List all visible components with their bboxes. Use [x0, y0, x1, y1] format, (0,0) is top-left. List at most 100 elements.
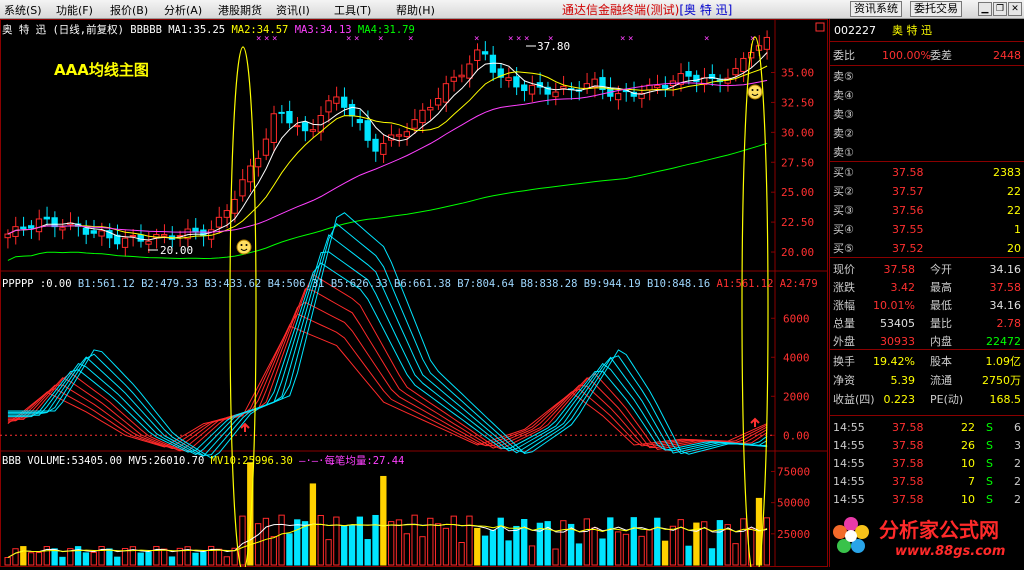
smiley-eye	[245, 244, 248, 246]
fund-row: 净资 5.39 流通 2750万	[830, 372, 1024, 389]
menu-news[interactable]: 资讯(I)	[276, 2, 310, 18]
volume-bar	[278, 514, 285, 566]
panel-toggle-icon	[815, 22, 825, 32]
sell-label: 卖④	[833, 89, 854, 102]
tick-count: 2	[1014, 493, 1021, 506]
volume-bar	[599, 538, 606, 566]
news-system-button[interactable]: 资讯系统	[850, 1, 902, 17]
volume-bar	[168, 556, 176, 566]
b-series-line	[7, 288, 768, 452]
y-tick-label: 25.00	[781, 186, 814, 199]
highlight-ellipse	[741, 36, 769, 567]
sell-label: 卖③	[833, 108, 854, 121]
candle-body	[262, 138, 270, 156]
sell-row[interactable]: 卖①	[830, 144, 1024, 161]
volume-ma-line	[7, 523, 768, 558]
menu-analysis[interactable]: 分析(A)	[164, 2, 202, 18]
chart-canvas[interactable]: 35.00 32.50 30.00 27.50 25.00 22.50 20.00 37.80…	[0, 19, 828, 567]
stat-value: 37.58	[989, 281, 1022, 294]
volume-bar	[403, 533, 410, 566]
tick-volume: 10	[961, 457, 975, 470]
volume-bar	[20, 546, 27, 566]
candle-body	[137, 234, 144, 242]
volume-bar	[419, 536, 426, 566]
menu-help[interactable]: 帮助(H)	[396, 2, 435, 18]
y-tick-label: 4000	[783, 351, 810, 364]
candle-body	[513, 76, 520, 88]
chart-area[interactable]: 35.00 32.50 30.00 27.50 25.00 22.50 20.00 37.80…	[0, 19, 828, 567]
fund-value: 5.39	[890, 374, 916, 387]
volume-bar	[489, 529, 497, 566]
buy-row[interactable]: 买① 37.58 2383	[830, 164, 1024, 181]
buy-label: 买②	[833, 185, 854, 198]
indicator-panel: 6000 4000 2000 0.00	[0, 212, 810, 459]
candle-body	[215, 216, 223, 228]
menu-hk-futures[interactable]: 港股期货	[218, 2, 262, 18]
tick-count: 6	[1014, 421, 1021, 434]
sell-row[interactable]: 卖④	[830, 87, 1024, 104]
menu-system[interactable]: 系统(S)	[4, 2, 42, 18]
signal-x-marker: ×	[704, 34, 709, 44]
y-tick-label: 6000	[783, 312, 810, 325]
b-series-line	[7, 212, 768, 459]
volume-bar	[200, 551, 207, 566]
volume-bar	[90, 551, 97, 566]
fund-label: 收益(四)	[833, 393, 875, 406]
menu-quote[interactable]: 报价(B)	[110, 2, 148, 18]
candle-body	[685, 71, 692, 77]
volume-bar	[732, 543, 739, 566]
stat-row: 外盘 30933 内盘 22472	[830, 333, 1024, 350]
stat-value: 37.58	[883, 263, 916, 276]
buy-volume: 20	[1007, 242, 1021, 255]
restore-icon[interactable]: ❐	[993, 2, 1007, 16]
volume-bar	[51, 548, 58, 566]
candle-body	[442, 83, 450, 103]
volume-bar	[450, 515, 457, 566]
y-tick-label: 50000	[777, 497, 810, 510]
volume-bar	[348, 525, 356, 566]
volume-bar	[192, 552, 199, 566]
y-tick-label: 0.00	[783, 429, 810, 442]
candle-body	[51, 217, 58, 228]
candle-body	[528, 84, 536, 95]
main-chart-label: AAA均线主图	[54, 61, 149, 79]
ma-line	[7, 52, 768, 241]
sell-row[interactable]: 卖③	[830, 106, 1024, 123]
candle-body	[560, 85, 567, 89]
sell-row[interactable]: 卖②	[830, 125, 1024, 142]
y-tick-label: 2000	[783, 390, 810, 403]
volume-bar	[442, 527, 450, 566]
menu-bar: 系统(S) 功能(F) 报价(B) 分析(A) 港股期货 资讯(I) 工具(T)…	[0, 0, 1024, 19]
menu-tools[interactable]: 工具(T)	[334, 2, 371, 18]
stock-name: 奥 特 迅	[2, 24, 47, 36]
volume-bar	[607, 517, 614, 566]
y-tick-label: 32.50	[781, 96, 814, 109]
buy-row[interactable]: 买④ 37.55 1	[830, 221, 1024, 238]
b-series-line	[7, 234, 768, 457]
menu-function[interactable]: 功能(F)	[56, 2, 93, 18]
order-trade-button[interactable]: 委托交易	[910, 1, 962, 17]
b6-value: B6:661.38	[394, 278, 451, 290]
volume-panel: 75000 50000 25000	[4, 462, 810, 566]
volume-bar	[591, 527, 598, 566]
weicha-label: 委差	[930, 49, 952, 62]
tick-side: S	[986, 475, 993, 488]
minimize-icon[interactable]: ▁	[978, 2, 992, 16]
close-icon[interactable]: ✕	[1008, 2, 1022, 16]
stat-row: 现价 37.58 今开 34.16	[830, 261, 1024, 278]
candle-body	[239, 179, 246, 197]
volume-bar	[325, 539, 332, 566]
sell-row[interactable]: 卖⑤	[830, 68, 1024, 85]
ma-line	[7, 142, 768, 261]
candle-body	[740, 57, 747, 72]
b5-value: B5:626.33	[330, 278, 388, 290]
volume-bar	[724, 524, 731, 566]
volume-bar	[388, 521, 395, 566]
smiley-eye	[240, 244, 243, 246]
buy-row[interactable]: 买② 37.57 22	[830, 183, 1024, 200]
app-title-stock: [奥 特 迅]	[679, 3, 733, 17]
volume-bar	[286, 533, 293, 566]
buy-row[interactable]: 买③ 37.56 22	[830, 202, 1024, 219]
candle-body	[364, 120, 371, 141]
buy-row[interactable]: 买⑤ 37.52 20	[830, 240, 1024, 257]
